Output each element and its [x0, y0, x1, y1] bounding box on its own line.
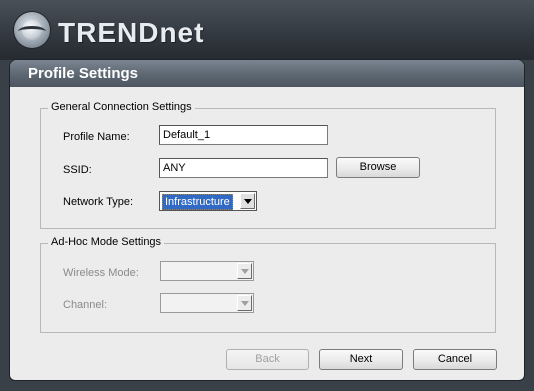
network-type-label: Network Type: — [63, 196, 134, 208]
wireless-mode-select[interactable] — [160, 261, 254, 281]
chevron-down-icon[interactable] — [237, 295, 252, 311]
app-header: TRENDnet — [0, 0, 534, 60]
ssid-input[interactable]: ANY — [159, 158, 328, 178]
next-button[interactable]: Next — [319, 349, 403, 370]
profile-name-input[interactable]: Default_1 — [159, 125, 328, 145]
chevron-down-icon[interactable] — [240, 193, 255, 209]
network-type-select[interactable]: Infrastructure — [159, 191, 257, 211]
ssid-label: SSID: — [63, 164, 92, 176]
cancel-button[interactable]: Cancel — [413, 349, 497, 370]
profile-settings-panel: Profile Settings General Connection Sett… — [9, 59, 525, 381]
general-connection-legend: General Connection Settings — [48, 101, 195, 113]
channel-label: Channel: — [63, 299, 108, 311]
wireless-mode-value — [163, 264, 167, 278]
channel-select[interactable] — [160, 293, 254, 313]
wireless-mode-label: Wireless Mode: — [63, 267, 139, 279]
panel-title-bar: Profile Settings — [10, 60, 524, 87]
page-title: Profile Settings — [28, 65, 139, 82]
profile-name-label: Profile Name: — [63, 131, 130, 143]
trendnet-logo-icon — [14, 12, 50, 48]
back-button[interactable]: Back — [226, 349, 309, 370]
adhoc-mode-group: Ad-Hoc Mode Settings — [40, 236, 496, 333]
channel-value — [163, 296, 167, 310]
chevron-down-icon[interactable] — [237, 263, 252, 279]
brand-name: TRENDnet — [58, 17, 205, 48]
adhoc-mode-legend: Ad-Hoc Mode Settings — [48, 236, 165, 248]
browse-button[interactable]: Browse — [336, 157, 420, 178]
network-type-value: Infrastructure — [162, 194, 233, 210]
